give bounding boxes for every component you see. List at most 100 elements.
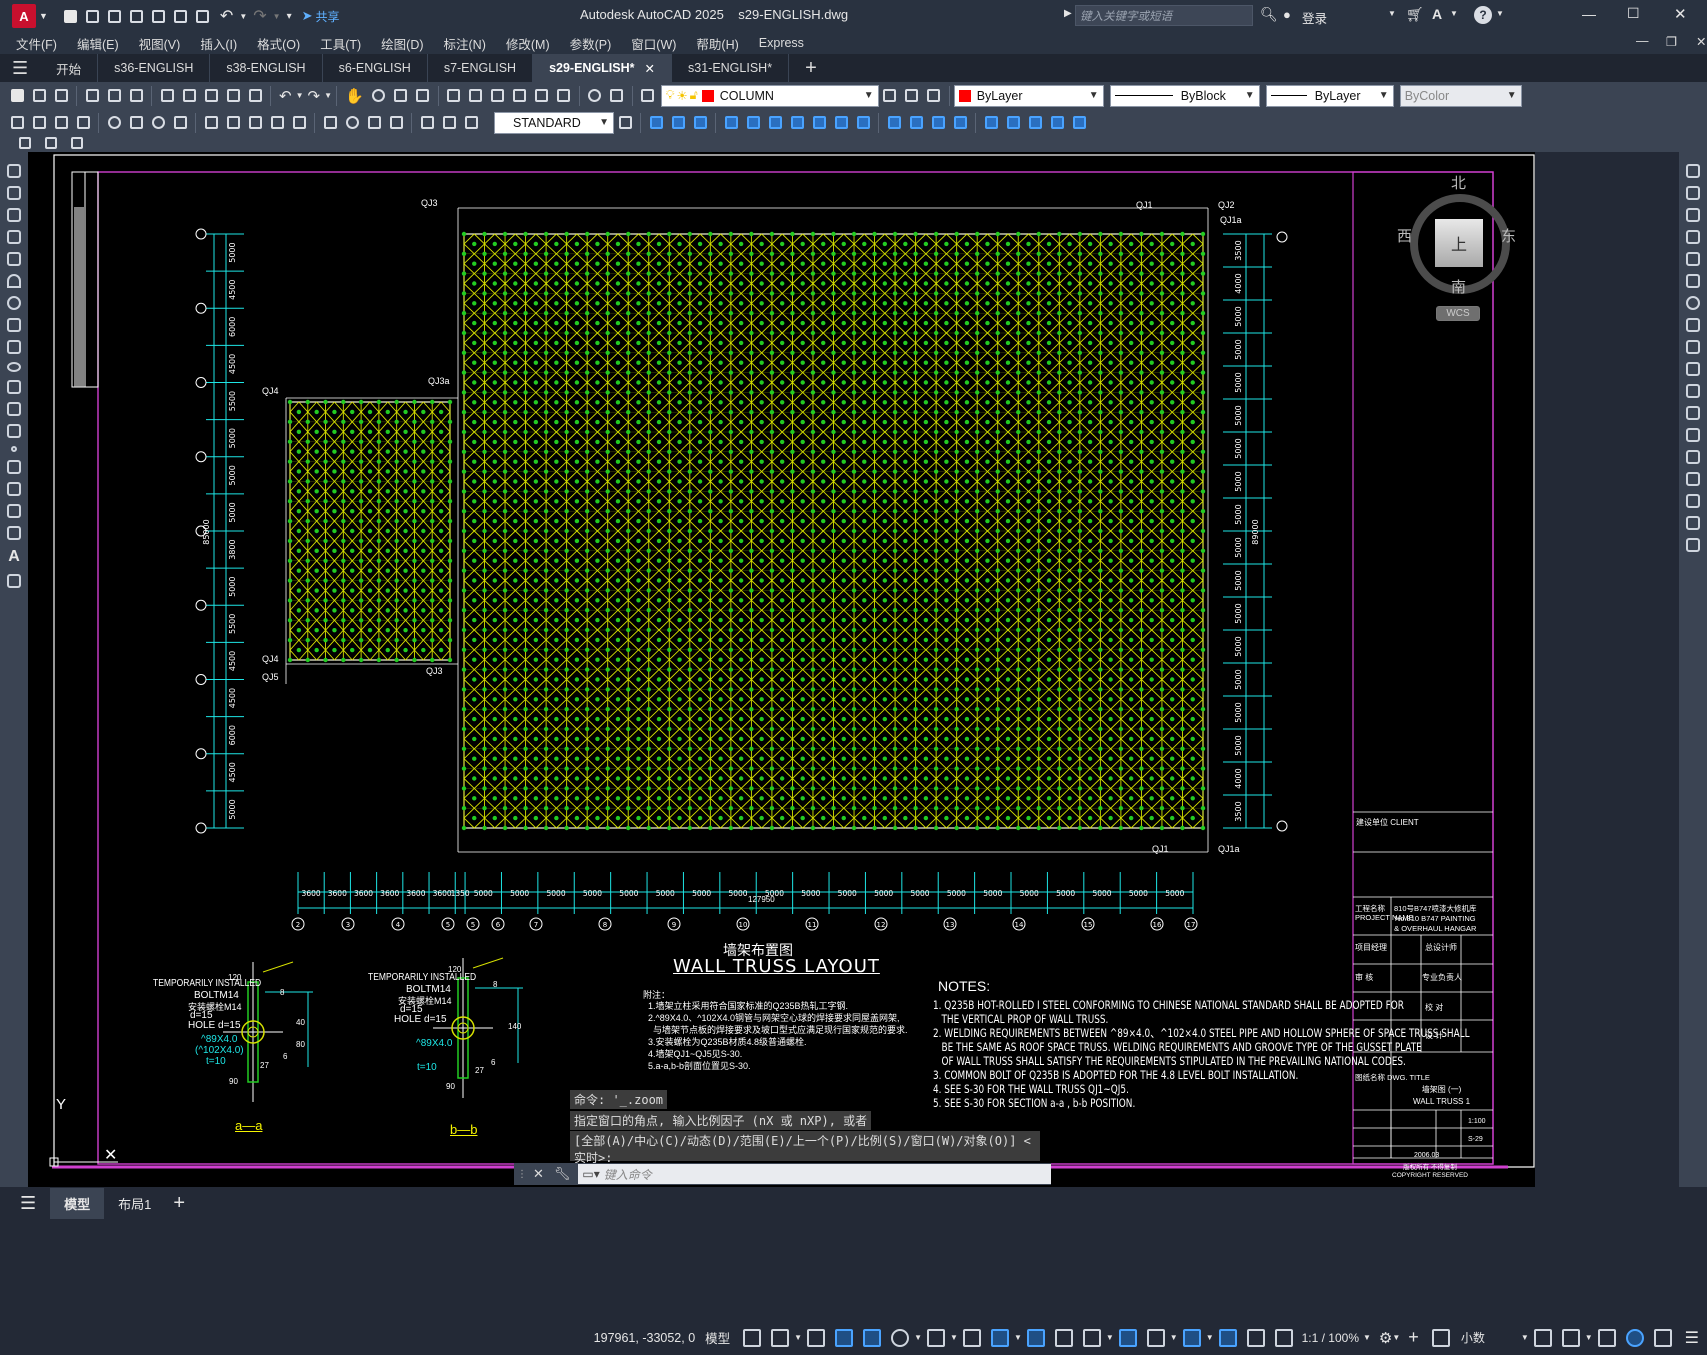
app-logo[interactable]: A — [12, 4, 36, 28]
hatch-icon[interactable] — [7, 460, 21, 474]
color-dropdown[interactable]: ByLayer ▼ — [953, 84, 1104, 107]
fillet-icon[interactable] — [1686, 494, 1700, 508]
offset-face-icon[interactable] — [1026, 114, 1044, 132]
stretch-icon[interactable] — [1686, 340, 1700, 354]
jogged-linear-icon[interactable] — [387, 114, 405, 132]
tab-s38[interactable]: s38-ENGLISH — [210, 54, 323, 82]
lineweight-dropdown[interactable]: ByLayer ▼ — [1265, 84, 1394, 107]
tool-palettes-icon[interactable] — [489, 87, 507, 105]
tab-close-icon[interactable]: ✕ — [645, 61, 655, 76]
redo-dropdown-icon[interactable]: ▼ — [273, 12, 281, 21]
qnew-icon[interactable] — [8, 87, 26, 105]
pan-icon[interactable]: ✋ — [345, 87, 364, 105]
search-icon[interactable]: 🔍︎ — [1260, 6, 1278, 23]
linetype-dropdown[interactable]: ByBlock ▼ — [1109, 84, 1260, 107]
block-editor-icon[interactable] — [246, 87, 264, 105]
layer-dropdown[interactable]: 💡︎ ☀ 🔓︎ COLUMN ▼ — [660, 84, 879, 107]
user-icon[interactable]: ● — [1283, 7, 1291, 22]
zoom-window-icon[interactable] — [392, 87, 410, 105]
rotate-face-icon[interactable] — [1070, 114, 1088, 132]
make-current-layer-icon[interactable] — [881, 87, 899, 105]
undo-tb-icon[interactable]: ↶ — [279, 87, 292, 105]
menu-insert[interactable]: 插入(I) — [200, 34, 237, 53]
extrude-face-icon[interactable] — [982, 114, 1000, 132]
check-icon[interactable] — [929, 114, 947, 132]
menu-tools[interactable]: 工具(T) — [320, 34, 361, 53]
open-icon[interactable] — [30, 87, 48, 105]
separate-icon[interactable] — [907, 114, 925, 132]
customize-qat-icon[interactable]: ▾ — [287, 11, 292, 22]
rotate-icon[interactable] — [1686, 296, 1700, 310]
close-window-button[interactable]: ✕ — [1674, 5, 1687, 23]
scale-icon[interactable] — [1686, 318, 1700, 332]
make-block-icon[interactable] — [7, 424, 21, 438]
publish-icon[interactable] — [127, 87, 145, 105]
match-properties-icon[interactable] — [224, 87, 242, 105]
dim-linear-icon[interactable] — [8, 114, 26, 132]
help-dropdown-icon[interactable]: ▼ — [1496, 9, 1504, 18]
zoom-realtime-icon[interactable] — [370, 87, 388, 105]
dim-aligned-icon[interactable] — [30, 114, 48, 132]
tab-start[interactable]: 开始 — [40, 54, 99, 82]
ellipse-icon[interactable] — [7, 362, 21, 372]
dim-ordinate-icon[interactable] — [74, 114, 92, 132]
menu-edit[interactable]: 编辑(E) — [77, 34, 119, 53]
union-icon[interactable] — [832, 114, 850, 132]
doc-minimize-button[interactable]: — — [1636, 34, 1649, 48]
a360-dropdown-icon[interactable]: ▼ — [1450, 9, 1458, 18]
save-tb-icon[interactable] — [52, 87, 70, 105]
calculator-icon[interactable] — [555, 87, 573, 105]
erase-icon[interactable] — [1686, 164, 1700, 178]
move-face-icon[interactable] — [1004, 114, 1022, 132]
properties-icon[interactable] — [445, 87, 463, 105]
cone-icon[interactable] — [691, 114, 709, 132]
menu-dimension[interactable]: 标注(N) — [444, 34, 486, 53]
menu-parameters[interactable]: 参数(P) — [570, 34, 612, 53]
polyline-icon[interactable] — [7, 208, 21, 222]
break-icon[interactable] — [1686, 428, 1700, 442]
center-mark-icon[interactable] — [343, 114, 361, 132]
dim-continue-icon[interactable] — [246, 114, 264, 132]
clean-icon[interactable] — [951, 114, 969, 132]
menu-format[interactable]: 格式(O) — [257, 34, 300, 53]
login-button[interactable]: 登录 — [1302, 8, 1327, 27]
insert-block-icon[interactable] — [7, 402, 21, 416]
layer-on-icon[interactable]: 💡︎ — [666, 88, 675, 103]
move-icon[interactable] — [1686, 274, 1700, 288]
save-as-icon[interactable] — [128, 7, 146, 25]
line-icon[interactable] — [7, 164, 21, 178]
preview-icon[interactable] — [105, 87, 123, 105]
layer-previous-icon[interactable] — [903, 87, 921, 105]
wedge-icon[interactable] — [669, 114, 687, 132]
search-expand-icon[interactable]: ▶ — [1064, 8, 1072, 19]
array-icon[interactable] — [1686, 252, 1700, 266]
dim-jogged-icon[interactable] — [127, 114, 145, 132]
shell-icon[interactable] — [885, 114, 903, 132]
redo-tb-icon[interactable]: ↷ — [308, 87, 321, 105]
polygon-icon[interactable] — [7, 230, 21, 244]
cart-icon[interactable]: 🛒︎ — [1406, 6, 1424, 23]
undo-icon[interactable]: ↶ — [220, 6, 233, 26]
spline-icon[interactable] — [7, 340, 21, 354]
dim-break-icon[interactable] — [290, 114, 308, 132]
open-file-icon[interactable] — [84, 7, 102, 25]
gradient-icon[interactable] — [7, 482, 21, 496]
trim-icon[interactable] — [1686, 362, 1700, 376]
doc-close-button[interactable]: ✕ — [1696, 34, 1706, 49]
drawing-canvas[interactable]: 5000 4500 6000 4500 5500 5000 5000 5000 3800 5000… — [28, 152, 1535, 1187]
app-menu-caret[interactable]: ▼ — [39, 11, 48, 21]
slice-icon[interactable] — [766, 114, 784, 132]
dim-edit-icon[interactable] — [418, 114, 436, 132]
redo-tb-dropdown-icon[interactable]: ▼ — [324, 91, 332, 100]
menu-window[interactable]: 窗口(W) — [631, 34, 676, 53]
maximize-button[interactable]: ☐ — [1627, 5, 1640, 22]
new-file-icon[interactable] — [62, 7, 80, 25]
layer-freeze-icon[interactable]: ☀ — [676, 88, 687, 103]
point-icon[interactable] — [11, 446, 17, 452]
section-icon[interactable] — [788, 114, 806, 132]
circle-icon[interactable] — [7, 296, 21, 310]
extend-icon[interactable] — [1686, 384, 1700, 398]
dim-text-edit-icon[interactable] — [440, 114, 458, 132]
save-icon[interactable] — [106, 7, 124, 25]
extrude-icon[interactable] — [722, 114, 740, 132]
